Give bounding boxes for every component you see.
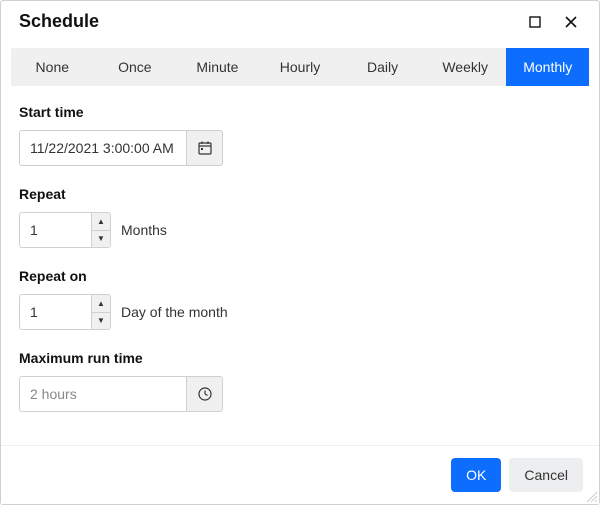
max-run-input[interactable]: 2 hours [19, 376, 187, 412]
duration-button[interactable] [187, 376, 223, 412]
content: Start time 11/22/2021 3:00:00 AM Repeat … [1, 86, 599, 418]
calendar-icon [197, 140, 213, 156]
repeat-on-unit: Day of the month [121, 304, 228, 320]
repeat-increment[interactable]: ▲ [92, 213, 110, 231]
repeat-decrement[interactable]: ▼ [92, 231, 110, 248]
start-time-input[interactable]: 11/22/2021 3:00:00 AM [19, 130, 187, 166]
repeat-on-spinner: 1 ▲ ▼ [19, 294, 111, 330]
tab-weekly[interactable]: Weekly [424, 48, 507, 86]
ok-button[interactable]: OK [451, 458, 501, 492]
calendar-button[interactable] [187, 130, 223, 166]
tab-hourly[interactable]: Hourly [259, 48, 342, 86]
repeat-spinner: 1 ▲ ▼ [19, 212, 111, 248]
tab-monthly[interactable]: Monthly [506, 48, 589, 86]
clock-icon [197, 386, 213, 402]
tab-minute[interactable]: Minute [176, 48, 259, 86]
triangle-up-icon: ▲ [97, 217, 105, 226]
repeat-on-row: 1 ▲ ▼ Day of the month [19, 294, 581, 330]
max-run-label: Maximum run time [19, 350, 581, 366]
footer: OK Cancel [1, 445, 599, 504]
triangle-down-icon: ▼ [97, 316, 105, 325]
dialog-title: Schedule [19, 11, 509, 32]
repeat-on-label: Repeat on [19, 268, 581, 284]
start-time-field: 11/22/2021 3:00:00 AM [19, 130, 581, 166]
triangle-up-icon: ▲ [97, 299, 105, 308]
maximize-button[interactable] [525, 12, 545, 32]
tabs: None Once Minute Hourly Daily Weekly Mon… [11, 48, 589, 86]
repeat-on-increment[interactable]: ▲ [92, 295, 110, 313]
title-bar: Schedule [1, 1, 599, 40]
repeat-row: 1 ▲ ▼ Months [19, 212, 581, 248]
repeat-unit: Months [121, 222, 167, 238]
tab-none[interactable]: None [11, 48, 94, 86]
repeat-on-decrement[interactable]: ▼ [92, 313, 110, 330]
max-run-field: 2 hours [19, 376, 581, 412]
close-button[interactable] [561, 12, 581, 32]
tab-daily[interactable]: Daily [341, 48, 424, 86]
repeat-input[interactable]: 1 [19, 212, 91, 248]
triangle-down-icon: ▼ [97, 234, 105, 243]
cancel-button[interactable]: Cancel [509, 458, 583, 492]
tab-once[interactable]: Once [94, 48, 177, 86]
repeat-on-input[interactable]: 1 [19, 294, 91, 330]
repeat-on-spinner-buttons: ▲ ▼ [91, 294, 111, 330]
repeat-label: Repeat [19, 186, 581, 202]
start-time-label: Start time [19, 104, 581, 120]
repeat-spinner-buttons: ▲ ▼ [91, 212, 111, 248]
resize-grip[interactable] [585, 490, 597, 502]
